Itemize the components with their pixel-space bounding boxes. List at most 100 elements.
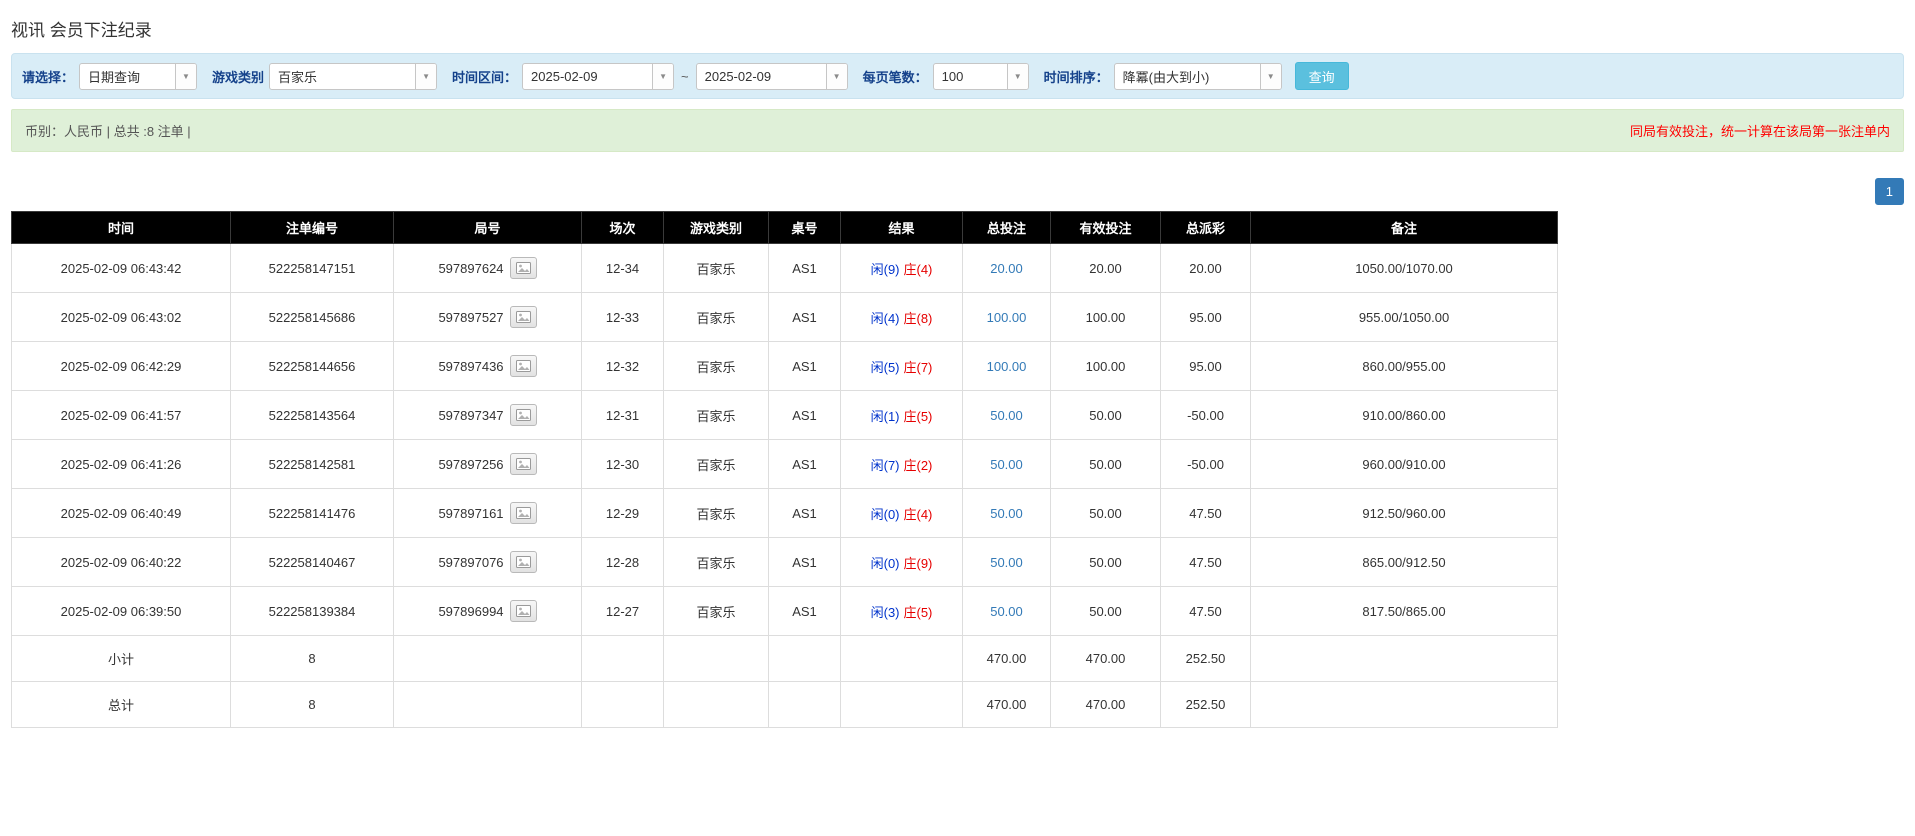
roadmap-button[interactable] (510, 600, 537, 622)
total-bet-link[interactable]: 50.00 (990, 506, 1023, 521)
query-type-select[interactable]: 日期查询 ▼ (79, 63, 197, 90)
cell-game-type: 百家乐 (664, 391, 769, 440)
empty-cell (664, 682, 769, 728)
cell-bet-id: 522258144656 (231, 342, 394, 391)
roadmap-button[interactable] (510, 502, 537, 524)
subtotal-count: 8 (231, 636, 394, 682)
sort-order-select[interactable]: 降冪(由大到小) ▼ (1114, 63, 1282, 90)
result-player: 闲(4) (871, 311, 900, 326)
search-button[interactable]: 查询 (1295, 62, 1349, 90)
cell-bet-id: 522258140467 (231, 538, 394, 587)
result-player: 闲(7) (871, 458, 900, 473)
cell-valid-bet: 50.00 (1051, 538, 1161, 587)
date-to-field[interactable]: 2025-02-09 ▼ (696, 63, 848, 90)
table-row: 2025-02-09 06:42:29 522258144656 5978974… (12, 342, 1558, 391)
cell-session: 12-33 (582, 293, 664, 342)
header-time: 时间 (12, 212, 231, 244)
roadmap-button[interactable] (510, 453, 537, 475)
grand-total-count: 8 (231, 682, 394, 728)
cell-table-no: AS1 (769, 440, 841, 489)
total-bet-link[interactable]: 50.00 (990, 604, 1023, 619)
subtotal-label: 小计 (12, 636, 231, 682)
header-note: 备注 (1251, 212, 1558, 244)
total-bet-link[interactable]: 50.00 (990, 457, 1023, 472)
empty-cell (769, 636, 841, 682)
image-icon (516, 605, 531, 617)
cell-total-bet: 20.00 (963, 244, 1051, 293)
roadmap-button[interactable] (510, 306, 537, 328)
roadmap-button[interactable] (510, 257, 537, 279)
total-bet-link[interactable]: 100.00 (987, 310, 1027, 325)
cell-total-bet: 50.00 (963, 489, 1051, 538)
date-from-field[interactable]: 2025-02-09 ▼ (522, 63, 674, 90)
cell-note: 960.00/910.00 (1251, 440, 1558, 489)
image-icon (516, 507, 531, 519)
image-icon (516, 262, 531, 274)
query-type-value: 日期查询 (80, 67, 148, 86)
cell-bet-id: 522258143564 (231, 391, 394, 440)
chevron-down-icon: ▼ (826, 64, 847, 89)
total-bet-link[interactable]: 50.00 (990, 408, 1023, 423)
round-id: 597897347 (438, 408, 503, 423)
roadmap-button[interactable] (510, 355, 537, 377)
summary-notice: 同局有效投注，统一计算在该局第一张注单内 (1630, 121, 1890, 140)
roadmap-button[interactable] (510, 551, 537, 573)
cell-time: 2025-02-09 06:42:29 (12, 342, 231, 391)
empty-cell (1251, 682, 1558, 728)
result-player: 闲(3) (871, 605, 900, 620)
total-bet-link[interactable]: 20.00 (990, 261, 1023, 276)
chevron-down-icon: ▼ (175, 64, 196, 89)
total-bet-link[interactable]: 100.00 (987, 359, 1027, 374)
empty-cell (1251, 636, 1558, 682)
cell-payout: -50.00 (1161, 440, 1251, 489)
cell-result: 闲(4) 庄(8) (841, 293, 963, 342)
page-1-button[interactable]: 1 (1875, 178, 1904, 205)
image-icon (516, 311, 531, 323)
cell-valid-bet: 50.00 (1051, 440, 1161, 489)
cell-total-bet: 50.00 (963, 538, 1051, 587)
cell-table-no: AS1 (769, 342, 841, 391)
cell-session: 12-30 (582, 440, 664, 489)
date-range-label: 时间区间： (452, 67, 517, 86)
result-banker: 庄(4) (904, 262, 933, 277)
roadmap-button[interactable] (510, 404, 537, 426)
cell-round-id: 597897624 (394, 244, 582, 293)
cell-time: 2025-02-09 06:41:26 (12, 440, 231, 489)
total-bet-link[interactable]: 50.00 (990, 555, 1023, 570)
cell-valid-bet: 20.00 (1051, 244, 1161, 293)
page: 视讯 会员下注纪录 请选择： 日期查询 ▼ 游戏类别 百家乐 ▼ 时间区间： 2… (0, 0, 1915, 728)
round-id: 597897161 (438, 506, 503, 521)
game-type-select[interactable]: 百家乐 ▼ (269, 63, 437, 90)
result-banker: 庄(5) (904, 409, 933, 424)
result-player: 闲(0) (871, 556, 900, 571)
cell-total-bet: 100.00 (963, 342, 1051, 391)
result-banker: 庄(4) (904, 507, 933, 522)
cell-bet-id: 522258139384 (231, 587, 394, 636)
subtotal-row: 小计 8 470.00 470.00 252.50 (12, 636, 1558, 682)
round-id: 597897076 (438, 555, 503, 570)
cell-valid-bet: 50.00 (1051, 587, 1161, 636)
table-row: 2025-02-09 06:40:49 522258141476 5978971… (12, 489, 1558, 538)
empty-cell (841, 636, 963, 682)
grand-total-total-bet: 470.00 (963, 682, 1051, 728)
result-banker: 庄(8) (904, 311, 933, 326)
table-body: 2025-02-09 06:43:42 522258147151 5978976… (12, 244, 1558, 636)
cell-payout: 95.00 (1161, 342, 1251, 391)
cell-time: 2025-02-09 06:40:22 (12, 538, 231, 587)
cell-note: 910.00/860.00 (1251, 391, 1558, 440)
cell-table-no: AS1 (769, 587, 841, 636)
empty-cell (841, 682, 963, 728)
cell-total-bet: 50.00 (963, 391, 1051, 440)
cell-game-type: 百家乐 (664, 538, 769, 587)
cell-table-no: AS1 (769, 538, 841, 587)
page-size-select[interactable]: 100 ▼ (933, 63, 1029, 90)
game-type-label: 游戏类别 (212, 67, 264, 86)
cell-table-no: AS1 (769, 489, 841, 538)
cell-result: 闲(7)庄(2) (841, 440, 963, 489)
chevron-down-icon: ▼ (415, 64, 436, 89)
cell-time: 2025-02-09 06:39:50 (12, 587, 231, 636)
empty-cell (582, 636, 664, 682)
cell-payout: 47.50 (1161, 538, 1251, 587)
cell-game-type: 百家乐 (664, 587, 769, 636)
result-player: 闲(9) (871, 262, 900, 277)
